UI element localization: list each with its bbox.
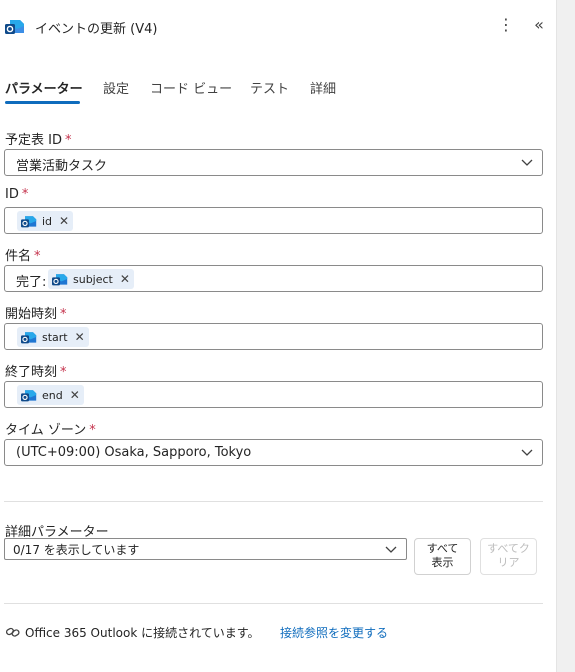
timezone-value: (UTC+09:00) Osaka, Sapporo, Tokyo <box>16 445 252 460</box>
end-time-label-text: 終了時刻 <box>5 365 58 380</box>
id-label-text: ID <box>5 187 19 202</box>
change-connection-link[interactable]: 接続参照を変更する <box>280 624 388 641</box>
required-marker: * <box>60 365 67 380</box>
advanced-parameters-dropdown[interactable]: 0/17 を表示しています <box>4 538 407 560</box>
outlook-icon <box>52 274 68 286</box>
tab-parameters[interactable]: パラメーター <box>5 78 83 97</box>
tab-test[interactable]: テスト <box>250 78 289 97</box>
calendar-id-value: 営業活動タスク <box>16 159 108 174</box>
timezone-dropdown[interactable]: (UTC+09:00) Osaka, Sapporo, Tokyo <box>4 439 543 466</box>
connection-status: Office 365 Outlook に接続されています。 <box>25 626 260 640</box>
required-marker: * <box>34 249 41 264</box>
id-input[interactable]: id ✕ <box>4 207 543 234</box>
divider <box>4 501 543 502</box>
outlook-icon <box>21 332 37 344</box>
outlook-icon <box>21 390 37 402</box>
required-marker: * <box>21 187 29 202</box>
required-marker: * <box>89 423 96 438</box>
chevron-down-icon <box>521 159 533 166</box>
tab-details[interactable]: 詳細 <box>310 78 336 97</box>
token-label: end <box>42 388 63 402</box>
clear-all-label-line2: リア <box>497 556 520 569</box>
show-all-button[interactable]: すべて 表示 <box>414 538 471 575</box>
show-all-label-line1: すべて <box>426 542 459 555</box>
end-time-input[interactable]: end ✕ <box>4 381 543 408</box>
token-label: subject <box>73 272 113 286</box>
token-label: id <box>42 214 53 228</box>
panel-header: イベントの更新 (V4) ⋮ « <box>0 0 556 52</box>
token-label: start <box>42 330 68 344</box>
close-icon[interactable]: ✕ <box>75 330 85 344</box>
calendar-id-label-text: 予定表 ID <box>5 133 62 148</box>
more-vertical-icon[interactable]: ⋮ <box>498 14 514 36</box>
outlook-icon <box>21 216 37 228</box>
clear-all-label-line1: すべてク <box>487 542 530 555</box>
timezone-label: タイム ゾーン * <box>5 419 96 438</box>
subject-label-text: 件名 <box>5 249 32 264</box>
scrollbar[interactable] <box>556 0 575 672</box>
active-tab-indicator <box>5 101 80 104</box>
start-time-label: 開始時刻 * <box>5 303 67 322</box>
close-icon[interactable]: ✕ <box>120 272 130 286</box>
token-subject[interactable]: subject ✕ <box>48 269 134 289</box>
calendar-id-dropdown[interactable]: 営業活動タスク <box>4 149 543 176</box>
advanced-parameters-value: 0/17 を表示しています <box>13 543 140 557</box>
chevron-down-icon <box>521 449 533 456</box>
show-all-label-line2: 表示 <box>431 556 454 569</box>
close-icon[interactable]: ✕ <box>59 214 69 228</box>
link-icon <box>5 627 20 637</box>
required-marker: * <box>60 307 67 322</box>
tab-code-view[interactable]: コード ビュー <box>150 78 232 97</box>
timezone-label-text: タイム ゾーン <box>5 423 87 438</box>
chevron-down-icon <box>385 546 397 553</box>
tab-bar: パラメーター 設定 コード ビュー テスト 詳細 <box>0 72 556 104</box>
token-start[interactable]: start ✕ <box>17 327 89 347</box>
id-label: ID * <box>5 187 28 202</box>
start-time-input[interactable]: start ✕ <box>4 323 543 350</box>
required-marker: * <box>64 133 72 148</box>
subject-label: 件名 * <box>5 245 41 264</box>
subject-prefix: 完了: <box>16 275 47 290</box>
token-id[interactable]: id ✕ <box>17 211 74 231</box>
clear-all-button[interactable]: すべてク リア <box>480 538 537 575</box>
divider <box>4 603 543 604</box>
end-time-label: 終了時刻 * <box>5 361 67 380</box>
tab-settings[interactable]: 設定 <box>103 78 129 97</box>
start-time-label-text: 開始時刻 <box>5 307 58 322</box>
outlook-icon <box>5 20 24 34</box>
calendar-id-label: 予定表 ID * <box>5 129 71 148</box>
token-end[interactable]: end ✕ <box>17 385 84 405</box>
double-chevron-left-icon[interactable]: « <box>530 14 548 36</box>
panel-title: イベントの更新 (V4) <box>35 22 158 37</box>
close-icon[interactable]: ✕ <box>70 388 80 402</box>
subject-input[interactable]: 完了: subject ✕ <box>4 265 543 292</box>
